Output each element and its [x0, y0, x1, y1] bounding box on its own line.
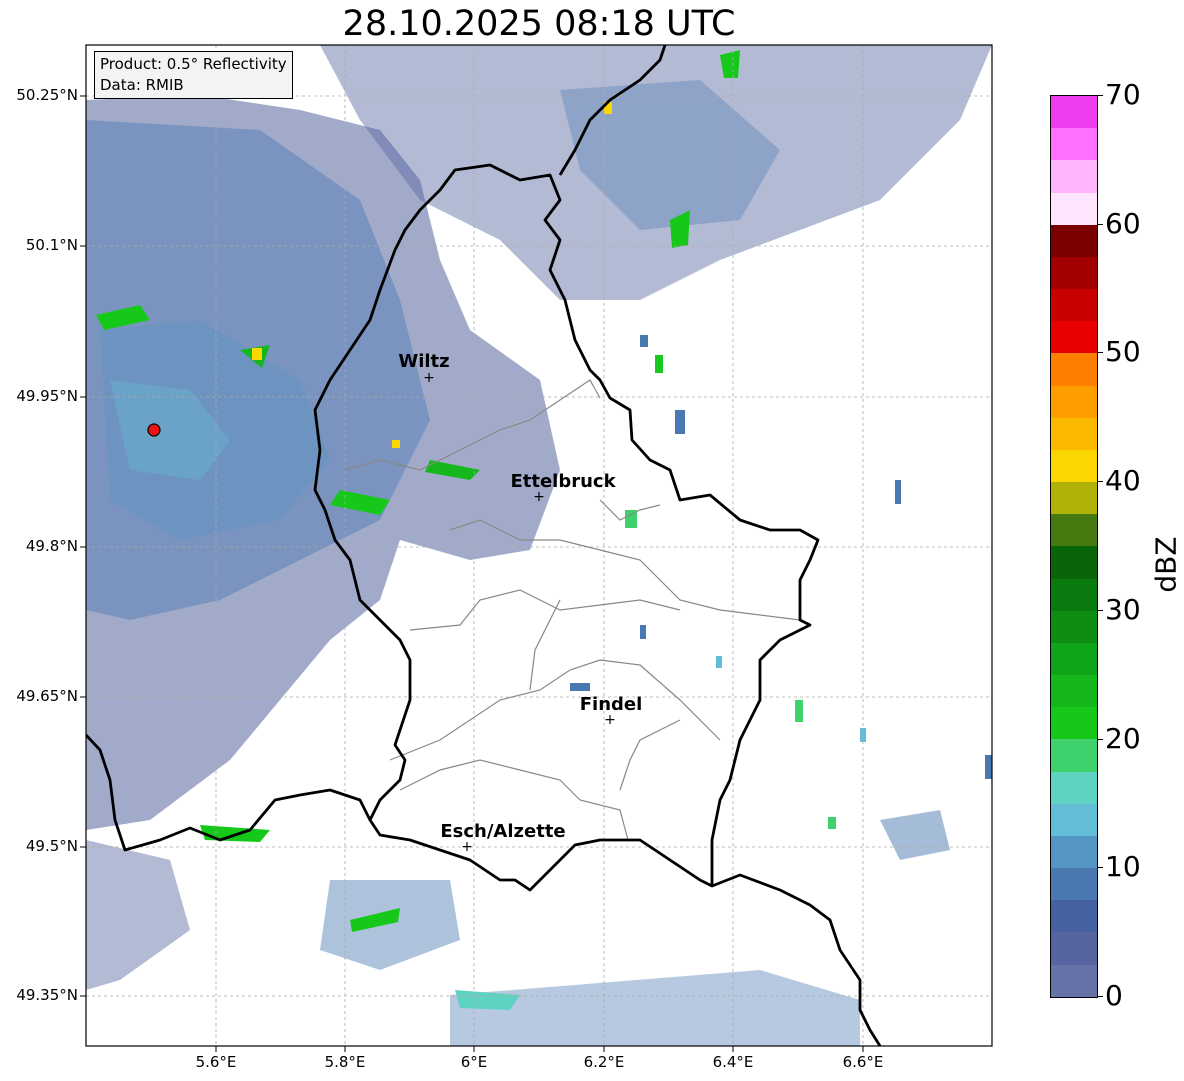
colorbar-segment — [1051, 160, 1097, 193]
product-label: Product: 0.5° Reflectivity — [100, 55, 287, 73]
colorbar-segment — [1051, 771, 1097, 804]
lat-label: 49.65°N — [16, 687, 78, 705]
colorbar-segment — [1051, 675, 1097, 708]
colorbar-unit-label: dBZ — [1149, 536, 1183, 593]
data-source-label: Data: RMIB — [100, 76, 184, 94]
colorbar-tick — [1097, 95, 1103, 96]
colorbar-segment — [1051, 321, 1097, 354]
colorbar-segment — [1051, 514, 1097, 547]
city-label-esch-alzette: Esch/Alzette — [440, 821, 566, 842]
radar-map — [80, 44, 993, 1052]
colorbar-tick-label: 10 — [1105, 850, 1141, 884]
colorbar-tick — [1097, 738, 1103, 740]
product-info-box: Product: 0.5° Reflectivity Data: RMIB — [94, 51, 293, 99]
radar-site-marker — [147, 423, 161, 437]
colorbar-segment — [1051, 642, 1097, 676]
colorbar-segment — [1051, 482, 1097, 515]
colorbar-tick — [1097, 352, 1103, 354]
colorbar-segment — [1051, 96, 1097, 129]
colorbar-segment — [1051, 224, 1097, 257]
lat-label: 50.25°N — [16, 86, 78, 104]
lon-label: 6.6°E — [842, 1053, 884, 1071]
colorbar-segment — [1051, 578, 1097, 611]
colorbar-segment — [1051, 256, 1097, 290]
reflectivity-field — [86, 45, 992, 1046]
colorbar-tick-label: 50 — [1105, 335, 1141, 369]
colorbar-segment — [1051, 900, 1097, 933]
colorbar-segment — [1051, 739, 1097, 772]
colorbar-segment — [1051, 192, 1097, 225]
lon-label: 6°E — [460, 1053, 488, 1071]
colorbar-tick-label: 60 — [1105, 206, 1141, 240]
lat-label: 49.5°N — [25, 837, 78, 855]
city-marker: + — [461, 839, 473, 855]
lat-label: 49.8°N — [25, 537, 78, 555]
colorbar-tick — [1097, 223, 1103, 225]
lon-label: 6.2°E — [583, 1053, 625, 1071]
colorbar-tick — [1097, 996, 1103, 997]
city-label-wiltz: Wiltz — [398, 351, 450, 372]
colorbar-tick-label: 0 — [1105, 979, 1123, 1012]
lat-label: 50.1°N — [25, 236, 78, 254]
colorbar-segment — [1051, 932, 1097, 965]
colorbar-segment — [1051, 546, 1097, 579]
colorbar-tick-label: 40 — [1105, 464, 1141, 498]
lat-label: 49.35°N — [16, 986, 78, 1004]
colorbar-segment — [1051, 964, 1097, 997]
colorbar-segment — [1051, 868, 1097, 901]
city-marker: + — [604, 712, 616, 728]
lon-label: 5.8°E — [324, 1053, 366, 1071]
colorbar-segment — [1051, 835, 1097, 869]
colorbar-tick — [1097, 867, 1103, 869]
colorbar-segment — [1051, 385, 1097, 418]
colorbar-tick — [1097, 481, 1103, 483]
city-marker: + — [533, 489, 545, 505]
colorbar-segment — [1051, 707, 1097, 740]
lat-label: 49.95°N — [16, 387, 78, 405]
lon-label: 5.6°E — [195, 1053, 237, 1071]
city-marker: + — [423, 370, 435, 386]
lon-label: 6.4°E — [712, 1053, 754, 1071]
colorbar-tick-label: 20 — [1105, 721, 1141, 755]
colorbar-tick — [1097, 609, 1103, 611]
colorbar-tick-label: 30 — [1105, 592, 1141, 626]
colorbar-segment — [1051, 417, 1097, 450]
colorbar-segment — [1051, 449, 1097, 483]
colorbar-segment — [1051, 353, 1097, 386]
colorbar-segment — [1051, 610, 1097, 643]
colorbar-segment — [1051, 803, 1097, 836]
colorbar — [1050, 95, 1098, 998]
colorbar-segment — [1051, 289, 1097, 322]
colorbar-tick-label: 70 — [1105, 78, 1141, 111]
colorbar-segment — [1051, 128, 1097, 161]
city-label-ettelbruck: Ettelbruck — [510, 471, 616, 492]
